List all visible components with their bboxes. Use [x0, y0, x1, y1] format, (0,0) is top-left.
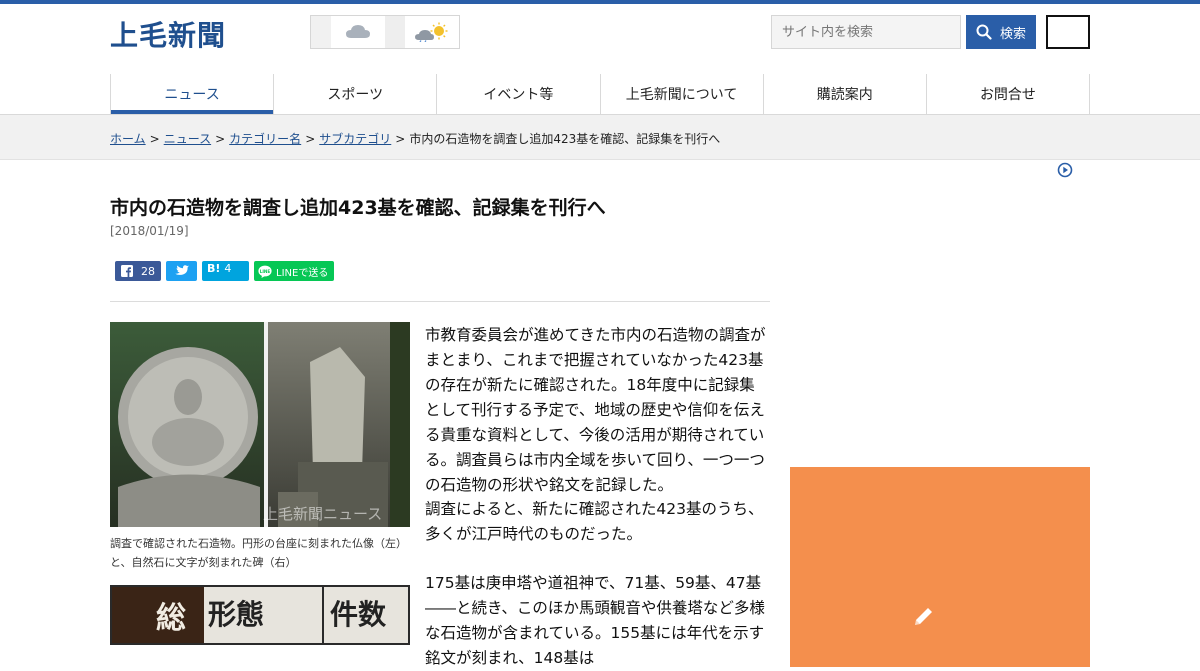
search-icon [976, 24, 992, 40]
table-header-total: 総 [156, 601, 186, 636]
main-nav: ニュース スポーツ イベント等 上毛新聞について 購読案内 お問合せ [110, 74, 1091, 114]
breadcrumb-separator: > [395, 132, 406, 146]
breadcrumb-subcategory[interactable]: サブカテゴリ [319, 132, 391, 146]
weather-cell-divider [385, 16, 405, 48]
hatena-icon: B! [207, 262, 221, 275]
share-divider [110, 301, 770, 302]
nav-item-events[interactable]: イベント等 [437, 74, 601, 114]
sidebar-ad[interactable] [790, 467, 1090, 667]
facebook-share-button[interactable]: 28 [115, 261, 161, 281]
ad-choices-icon[interactable] [1057, 162, 1073, 178]
article-date: [2018/01/19] [110, 224, 189, 238]
hatena-bookmark-button[interactable]: B! 4 [202, 261, 249, 281]
nav-item-about[interactable]: 上毛新聞について [601, 74, 764, 114]
line-icon: LINE [258, 265, 272, 278]
table-header-count: 件数 [330, 598, 387, 631]
menu-button[interactable] [1046, 15, 1090, 49]
article-paragraph: 175基は庚申塔や道祖神で、71基、59基、47基――と続き、このほか馬頭観音や… [425, 574, 765, 667]
site-logo[interactable]: 上毛新聞 [110, 14, 226, 54]
breadcrumb-category[interactable]: カテゴリー名 [229, 132, 301, 146]
nav-item-news[interactable]: ニュース [110, 74, 275, 114]
search-input[interactable] [771, 15, 961, 49]
nav-item-sports[interactable]: スポーツ [274, 74, 438, 114]
cloud-sun-icon [415, 22, 448, 42]
cloud-icon [346, 25, 370, 38]
article-paragraph: 調査によると、新たに確認された423基のうち、多くが江戸時代のものだった。 [425, 500, 764, 543]
hatena-count: 4 [224, 262, 232, 275]
pencil-icon [915, 608, 932, 625]
table-header-form: 形態 [208, 598, 265, 631]
svg-text:LINE: LINE [260, 268, 271, 273]
search-button[interactable]: 検索 [966, 15, 1036, 49]
breadcrumb-current: 市内の石造物を調査し追加423基を確認、記録集を刊行へ [409, 132, 721, 146]
line-share-button[interactable]: LINE LINEで送る [254, 261, 334, 281]
twitter-share-button[interactable] [166, 261, 197, 281]
weather-today[interactable] [331, 16, 385, 48]
breadcrumb: ホーム > ニュース > カテゴリー名 > サブカテゴリ > 市内の石造物を調査し追加423基を… [110, 130, 720, 147]
article-paragraph: 市教育委員会が進めてきた市内の石造物の調査がまとまり、これまで把握されていなかっ… [425, 326, 766, 494]
survey-table-image[interactable]: 総 形態 件数 [110, 585, 410, 645]
weather-cell-spacer [311, 16, 331, 48]
nav-item-contact[interactable]: お問合せ [927, 74, 1091, 114]
facebook-share-count: 28 [141, 264, 155, 278]
breadcrumb-separator: > [305, 132, 316, 146]
breadcrumb-news[interactable]: ニュース [164, 132, 211, 146]
photo-watermark: 上毛新聞ニュース [263, 505, 382, 523]
nav-item-subscribe[interactable]: 購読案内 [764, 74, 927, 114]
breadcrumb-separator: > [149, 132, 160, 146]
top-accent-bar [0, 0, 1200, 4]
weather-widget[interactable] [310, 15, 460, 49]
twitter-icon [174, 265, 189, 275]
search-button-label: 検索 [999, 26, 1026, 42]
weather-tomorrow[interactable] [405, 16, 459, 48]
photo-caption: 調査で確認された石造物。円形の台座に刻まれた仏像（左）と、自然石に文字が刻まれた… [110, 537, 407, 569]
article-photo[interactable]: 上毛新聞ニュース [110, 322, 410, 527]
breadcrumb-home[interactable]: ホーム [110, 132, 146, 146]
facebook-icon [121, 265, 133, 277]
line-share-label: LINEで送る [276, 267, 329, 279]
breadcrumb-separator: > [215, 132, 226, 146]
article-headline: 市内の石造物を調査し追加423基を確認、記録集を刊行へ [110, 197, 606, 219]
article-photo-illustration: 上毛新聞ニュース [110, 322, 410, 527]
table-image-column-rule [322, 587, 324, 643]
